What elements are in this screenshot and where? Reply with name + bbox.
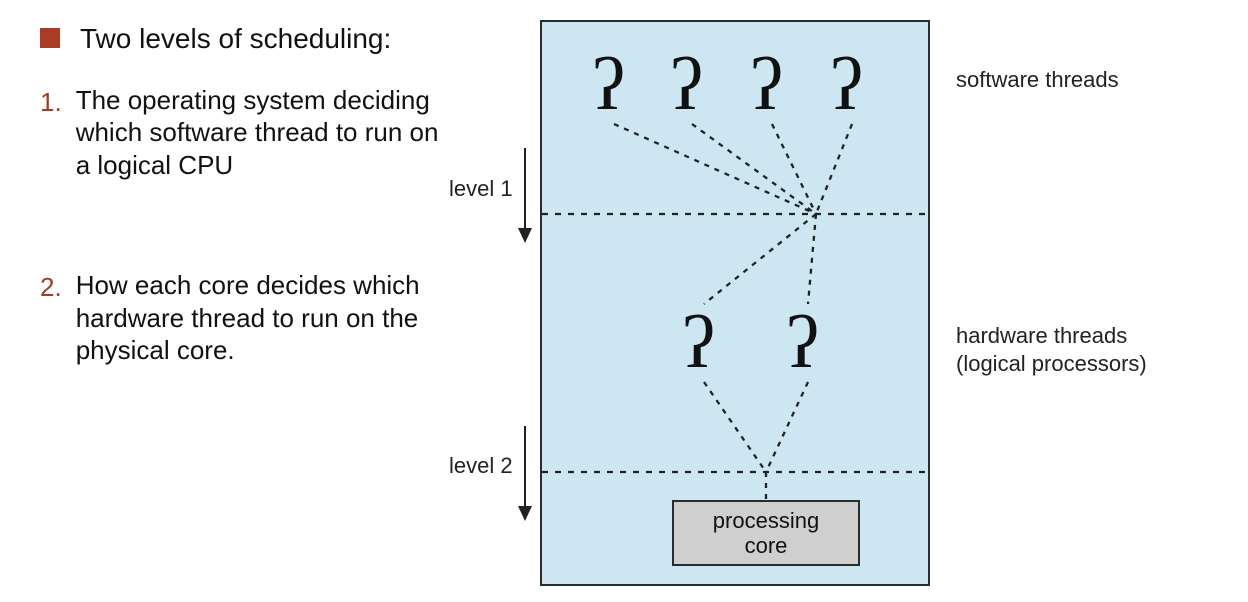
core-label-line1: processing bbox=[674, 508, 858, 533]
bullet-square-icon bbox=[40, 28, 60, 48]
heading-text: Two levels of scheduling: bbox=[80, 22, 391, 56]
item-1-marker: 1. bbox=[40, 86, 62, 119]
diagram-box: ʕ ʕ ʕ ʕ ʕ ʕ processing core bbox=[540, 20, 930, 586]
software-thread-glyph-3: ʕ bbox=[750, 48, 783, 122]
item-2-marker: 2. bbox=[40, 271, 62, 304]
bullet-heading-row: Two levels of scheduling: bbox=[40, 22, 440, 56]
level2-label: level 2 bbox=[449, 453, 513, 479]
slide-root: Two levels of scheduling: 1. The operati… bbox=[0, 0, 1248, 602]
hardware-threads-label: hardware threads (logical processors) bbox=[956, 322, 1147, 377]
software-threads-label: software threads bbox=[956, 66, 1119, 94]
hardware-thread-glyph-1: ʕ bbox=[682, 306, 715, 380]
core-label-line2: core bbox=[674, 533, 858, 558]
numbered-item-2: 2. How each core decides which hardware … bbox=[40, 269, 440, 367]
hardware-threads-label-line2: (logical processors) bbox=[956, 350, 1147, 378]
software-thread-glyph-1: ʕ bbox=[592, 48, 625, 122]
software-thread-glyph-4: ʕ bbox=[830, 48, 863, 122]
level2-arrow-icon bbox=[516, 426, 534, 521]
software-thread-glyph-2: ʕ bbox=[670, 48, 703, 122]
hardware-thread-glyph-2: ʕ bbox=[786, 306, 819, 380]
hardware-threads-label-line1: hardware threads bbox=[956, 322, 1147, 350]
level1-arrow-icon bbox=[516, 148, 534, 243]
level1-label: level 1 bbox=[449, 176, 513, 202]
item-1-body: The operating system deciding which soft… bbox=[76, 84, 440, 182]
text-column: Two levels of scheduling: 1. The operati… bbox=[40, 22, 440, 403]
numbered-item-1: 1. The operating system deciding which s… bbox=[40, 84, 440, 182]
processing-core-box: processing core bbox=[672, 500, 860, 566]
item-2-body: How each core decides which hardware thr… bbox=[76, 269, 440, 367]
